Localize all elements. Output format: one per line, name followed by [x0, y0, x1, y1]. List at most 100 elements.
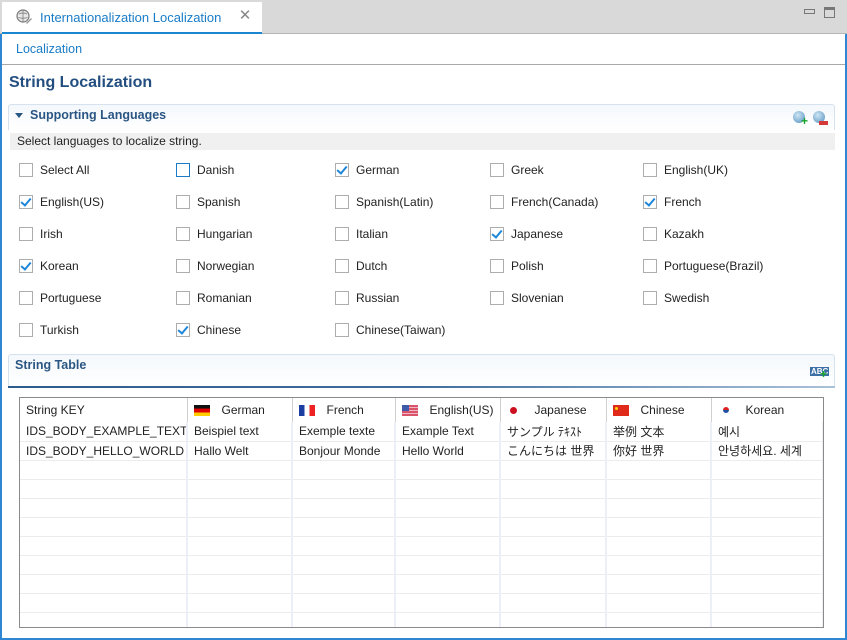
- column-header[interactable]: Japanese: [500, 398, 607, 422]
- column-header[interactable]: German: [187, 398, 293, 422]
- language-checkbox-item[interactable]: Romanian: [176, 291, 252, 305]
- column-header[interactable]: String KEY: [20, 398, 188, 422]
- table-cell[interactable]: Hello World: [395, 441, 501, 461]
- language-checkbox-item[interactable]: Chinese: [176, 323, 241, 337]
- language-checkbox-item[interactable]: Japanese: [490, 227, 563, 241]
- table-cell[interactable]: Example Text: [395, 422, 501, 442]
- language-checkbox-item[interactable]: French: [643, 195, 701, 209]
- language-checkbox-item[interactable]: English(US): [19, 195, 104, 209]
- language-checkbox-item[interactable]: German: [335, 163, 399, 177]
- language-checkbox-item[interactable]: Dutch: [335, 259, 387, 273]
- table-cell[interactable]: 예시: [711, 422, 823, 442]
- checkbox-label: Spanish: [197, 195, 241, 209]
- language-checkbox-item[interactable]: Select All: [19, 163, 89, 177]
- language-checkbox-item[interactable]: Hungarian: [176, 227, 252, 241]
- table-cell[interactable]: 안녕하세요. 세계: [711, 441, 823, 461]
- column-header[interactable]: English(US): [395, 398, 501, 422]
- language-checkbox-item[interactable]: Turkish: [19, 323, 79, 337]
- table-cell[interactable]: Hallo Welt: [187, 441, 293, 461]
- table-cell: [20, 460, 188, 480]
- checkbox[interactable]: [19, 323, 33, 337]
- language-checkbox-item[interactable]: Danish: [176, 163, 234, 177]
- checkbox[interactable]: [335, 195, 349, 209]
- language-checkbox-item[interactable]: English(UK): [643, 163, 728, 177]
- checkbox[interactable]: [19, 259, 33, 273]
- checkbox[interactable]: [19, 227, 33, 241]
- checkbox[interactable]: [335, 259, 349, 273]
- language-checkbox-item[interactable]: Polish: [490, 259, 544, 273]
- language-checkbox-item[interactable]: Korean: [19, 259, 79, 273]
- string-table-header: String Table: [15, 358, 86, 372]
- checkbox[interactable]: [490, 195, 504, 209]
- checkbox[interactable]: [335, 291, 349, 305]
- table-cell: [606, 593, 712, 613]
- close-icon[interactable]: ✕: [238, 8, 252, 23]
- checkbox[interactable]: [19, 291, 33, 305]
- language-checkbox-item[interactable]: French(Canada): [490, 195, 598, 209]
- language-checkbox-item[interactable]: Portuguese: [19, 291, 101, 305]
- checkbox[interactable]: [176, 323, 190, 337]
- checkbox[interactable]: [176, 259, 190, 273]
- language-checkbox-item[interactable]: Spanish: [176, 195, 240, 209]
- table-cell[interactable]: 举例 文本: [606, 422, 712, 442]
- checkbox[interactable]: [19, 163, 33, 177]
- checkbox[interactable]: [490, 163, 504, 177]
- language-checkbox-item[interactable]: Russian: [335, 291, 399, 305]
- checkbox[interactable]: [176, 163, 190, 177]
- empty-table-row: [20, 536, 823, 556]
- table-cell[interactable]: こんにちは 世界: [500, 441, 607, 461]
- checkbox[interactable]: [490, 259, 504, 273]
- section-title: Supporting Languages: [30, 108, 167, 122]
- table-cell[interactable]: Beispiel text: [187, 422, 293, 442]
- collapse-toggle-icon[interactable]: [15, 112, 23, 118]
- table-cell: [711, 574, 823, 594]
- table-cell[interactable]: Bonjour Monde: [292, 441, 396, 461]
- language-checkbox-item[interactable]: Greek: [490, 163, 544, 177]
- checkbox[interactable]: [335, 163, 349, 177]
- table-row[interactable]: IDS_BODY_EXAMPLE_TEXT Beispiel text Exempl…: [20, 422, 823, 442]
- table-cell[interactable]: Exemple texte: [292, 422, 396, 442]
- minimize-icon[interactable]: [803, 7, 815, 19]
- checkbox[interactable]: [490, 227, 504, 241]
- checkbox[interactable]: [643, 227, 657, 241]
- table-cell[interactable]: IDS_BODY_EXAMPLE_TEXT: [20, 422, 188, 442]
- table-cell: [20, 479, 188, 499]
- maximize-icon[interactable]: [824, 7, 835, 18]
- table-cell[interactable]: IDS_BODY_HELLO_WORLD: [20, 441, 188, 461]
- checkbox[interactable]: [643, 259, 657, 273]
- column-header[interactable]: Korean: [711, 398, 823, 422]
- checkbox[interactable]: [643, 291, 657, 305]
- checkbox[interactable]: [176, 291, 190, 305]
- language-checkbox-item[interactable]: Kazakh: [643, 227, 704, 241]
- language-checkbox-item[interactable]: Chinese(Taiwan): [335, 323, 445, 337]
- language-checkbox-item[interactable]: Irish: [19, 227, 63, 241]
- checkbox[interactable]: [19, 195, 33, 209]
- checkbox[interactable]: [176, 195, 190, 209]
- editor-tab[interactable]: Internationalization Localization ✕: [2, 2, 262, 34]
- checkbox[interactable]: [335, 227, 349, 241]
- checkbox-label: German: [356, 163, 400, 177]
- language-checkbox-item[interactable]: Spanish(Latin): [335, 195, 433, 209]
- checkbox[interactable]: [176, 227, 190, 241]
- checkbox[interactable]: [490, 291, 504, 305]
- table-row[interactable]: IDS_BODY_HELLO_WORLD Hallo Welt Bonjour Mo…: [20, 441, 823, 461]
- table-cell[interactable]: サンプル ﾃｷｽﾄ: [500, 422, 607, 442]
- add-language-icon[interactable]: +: [793, 111, 808, 127]
- table-cell: [395, 517, 501, 537]
- string-table-section: String Table ABC +: [8, 354, 835, 388]
- column-header[interactable]: French: [292, 398, 396, 422]
- language-checkbox-item[interactable]: Norwegian: [176, 259, 254, 273]
- table-cell[interactable]: 你好 世界: [606, 441, 712, 461]
- remove-language-icon[interactable]: [813, 111, 828, 126]
- checkbox[interactable]: [643, 195, 657, 209]
- language-checkbox-item[interactable]: Slovenian: [490, 291, 564, 305]
- language-checkbox-item[interactable]: Italian: [335, 227, 388, 241]
- add-string-icon[interactable]: ABC +: [810, 363, 830, 380]
- language-checkbox-item[interactable]: Swedish: [643, 291, 709, 305]
- checkbox[interactable]: [335, 323, 349, 337]
- supporting-languages-header[interactable]: Supporting Languages: [15, 108, 166, 122]
- checkbox[interactable]: [643, 163, 657, 177]
- section-description: Select languages to localize string.: [10, 133, 835, 150]
- column-header[interactable]: Chinese: [606, 398, 712, 422]
- language-checkbox-item[interactable]: Portuguese(Brazil): [643, 259, 763, 273]
